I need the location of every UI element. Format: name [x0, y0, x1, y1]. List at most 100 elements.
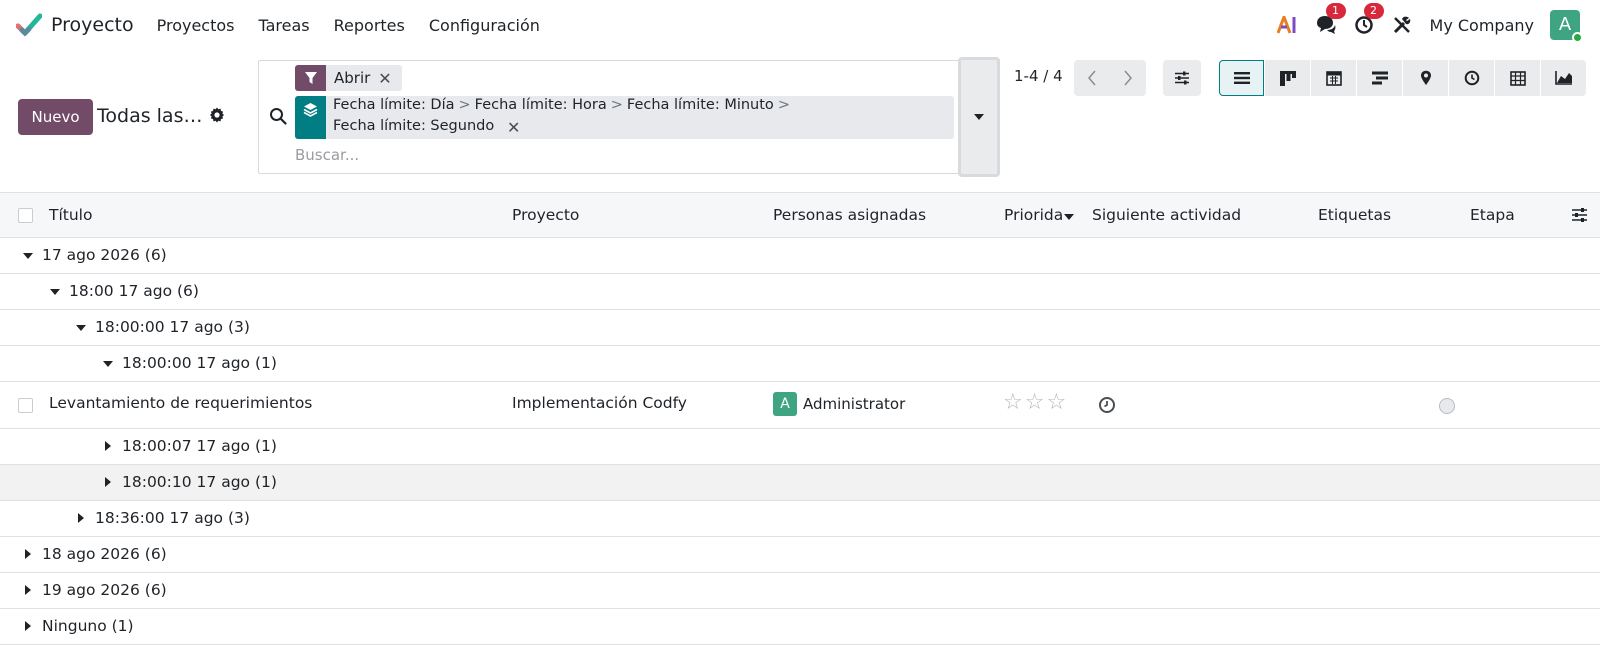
- activity-clock-icon: [1464, 70, 1479, 86]
- group-label: 18:36:00 17 ago (3): [95, 509, 250, 527]
- gantt-view-button[interactable]: [1357, 60, 1402, 96]
- star-icon[interactable]: ☆: [1046, 392, 1066, 414]
- gear-icon[interactable]: [209, 107, 225, 123]
- groupby-day: Fecha límite: Día: [333, 97, 455, 113]
- activities-badge: 2: [1363, 3, 1384, 19]
- search-panel: Abrir ✕ Fecha límite: Día > Fecha límite: …: [258, 57, 1000, 177]
- group-label: 18:00:00 17 ago (3): [95, 318, 250, 336]
- column-next-activity[interactable]: Siguiente actividad: [1092, 206, 1241, 224]
- column-priority[interactable]: Priorida: [1004, 206, 1063, 224]
- pager-next-button[interactable]: [1110, 60, 1146, 96]
- view-switcher: [1219, 60, 1586, 96]
- sliders-icon: [1175, 71, 1189, 85]
- caret-down-icon: [76, 325, 86, 331]
- select-all-checkbox[interactable]: [18, 208, 33, 223]
- group-row[interactable]: 18 ago 2026 (6): [0, 537, 1600, 573]
- stage-status-icon[interactable]: [1439, 398, 1455, 414]
- group-row[interactable]: 17 ago 2026 (6): [0, 238, 1600, 274]
- task-title[interactable]: Levantamiento de requerimientos: [49, 394, 312, 412]
- assignee-name: Administrator: [803, 395, 906, 413]
- group-label: 18:00:07 17 ago (1): [122, 437, 277, 455]
- caret-right-icon: [25, 621, 31, 631]
- caret-down-icon: [974, 114, 984, 120]
- column-title[interactable]: Título: [49, 206, 92, 224]
- activity-clock-icon[interactable]: [1098, 396, 1116, 414]
- menu-item-configuracion[interactable]: Configuración: [429, 16, 540, 35]
- groupby-layers-icon: [295, 96, 326, 139]
- group-label: Ninguno (1): [42, 617, 134, 635]
- group-row[interactable]: 18:00:00 17 ago (1): [0, 346, 1600, 382]
- filter-icon: [295, 65, 326, 91]
- task-project[interactable]: Implementación Codfy: [512, 394, 687, 412]
- caret-down-icon: [23, 253, 33, 259]
- new-button[interactable]: Nuevo: [18, 99, 93, 135]
- group-row[interactable]: 18:00:10 17 ago (1): [0, 465, 1600, 501]
- toggle-filters-button[interactable]: [1163, 60, 1201, 96]
- menu-item-reportes[interactable]: Reportes: [334, 16, 405, 35]
- project-app-logo-icon: [16, 13, 42, 37]
- group-row[interactable]: 18:36:00 17 ago (3): [0, 501, 1600, 537]
- optional-columns-icon[interactable]: [1571, 207, 1588, 223]
- app-brand[interactable]: Proyecto: [16, 12, 134, 38]
- top-navbar: Proyecto Proyectos Tareas Reportes Confi…: [0, 0, 1600, 50]
- activity-view-button[interactable]: [1449, 60, 1494, 96]
- pivot-view-button[interactable]: [1495, 60, 1540, 96]
- ai-icon[interactable]: [1276, 13, 1300, 37]
- messages-badge: 1: [1325, 3, 1346, 19]
- table-header: Título Proyecto Personas asignadas Prior…: [0, 192, 1600, 238]
- list-icon: [1233, 72, 1250, 84]
- caret-right-icon: [25, 549, 31, 559]
- group-row[interactable]: 18:00 17 ago (6): [0, 274, 1600, 310]
- gantt-icon: [1371, 71, 1388, 85]
- task-list-table: Título Proyecto Personas asignadas Prior…: [0, 192, 1600, 645]
- remove-groupby-facet-icon[interactable]: ✕: [507, 118, 520, 137]
- map-view-button[interactable]: [1403, 60, 1448, 96]
- group-row[interactable]: Ninguno (1): [0, 609, 1600, 645]
- map-pin-icon: [1420, 70, 1431, 85]
- group-row[interactable]: 18:00:00 17 ago (3): [0, 310, 1600, 346]
- debug-tools-icon[interactable]: [1390, 13, 1414, 37]
- column-stage[interactable]: Etapa: [1470, 206, 1515, 224]
- user-avatar-initial: A: [1558, 14, 1572, 35]
- chevron-left-icon: [1088, 70, 1096, 86]
- view-title: Todas las…: [97, 105, 203, 127]
- chevron-right-icon: [1124, 70, 1132, 86]
- pager-previous-button[interactable]: [1074, 60, 1110, 96]
- graph-view-button[interactable]: [1541, 60, 1586, 96]
- calendar-view-button[interactable]: [1311, 60, 1356, 96]
- column-tags[interactable]: Etiquetas: [1318, 206, 1391, 224]
- caret-right-icon: [25, 585, 31, 595]
- group-row[interactable]: 18:00:07 17 ago (1): [0, 429, 1600, 465]
- search-options-toggle[interactable]: [958, 57, 1000, 177]
- activities-clock-icon[interactable]: 2: [1352, 3, 1384, 37]
- star-icon[interactable]: ☆: [1003, 392, 1023, 414]
- calendar-icon: [1325, 71, 1342, 86]
- remove-filter-facet-icon[interactable]: ✕: [378, 69, 401, 88]
- menu-item-tareas[interactable]: Tareas: [259, 16, 310, 35]
- star-icon[interactable]: ☆: [1025, 392, 1045, 414]
- caret-down-icon: [103, 361, 113, 367]
- search-icon[interactable]: [269, 107, 287, 125]
- column-assignees[interactable]: Personas asignadas: [773, 206, 926, 224]
- task-assignee[interactable]: A Administrator: [773, 392, 905, 416]
- sort-down-icon: [1064, 214, 1074, 220]
- kanban-view-button[interactable]: [1265, 60, 1310, 96]
- company-switcher[interactable]: My Company: [1430, 16, 1534, 35]
- pager-value[interactable]: 1-4 / 4: [1014, 67, 1063, 85]
- list-view-button[interactable]: [1219, 60, 1264, 96]
- table-row[interactable]: Levantamiento de requerimientos Implemen…: [0, 382, 1600, 429]
- messages-icon[interactable]: 1: [1314, 3, 1346, 37]
- column-project[interactable]: Proyecto: [512, 206, 579, 224]
- row-checkbox[interactable]: [18, 398, 33, 413]
- navbar-systray: 1 2 My Company A: [1262, 0, 1583, 50]
- group-label: 17 ago 2026 (6): [42, 246, 167, 264]
- group-row[interactable]: 19 ago 2026 (6): [0, 573, 1600, 609]
- group-label: 18 ago 2026 (6): [42, 545, 167, 563]
- group-label: 18:00:10 17 ago (1): [122, 473, 277, 491]
- main-menu: Proyectos Tareas Reportes Configuración: [157, 16, 564, 35]
- groupby-facet-line-1: Fecha límite: Día > Fecha límite: Hora > Fec…: [333, 97, 790, 113]
- group-label: 19 ago 2026 (6): [42, 581, 167, 599]
- search-input[interactable]: [295, 144, 935, 166]
- menu-item-proyectos[interactable]: Proyectos: [157, 16, 235, 35]
- user-avatar[interactable]: A: [1550, 10, 1583, 43]
